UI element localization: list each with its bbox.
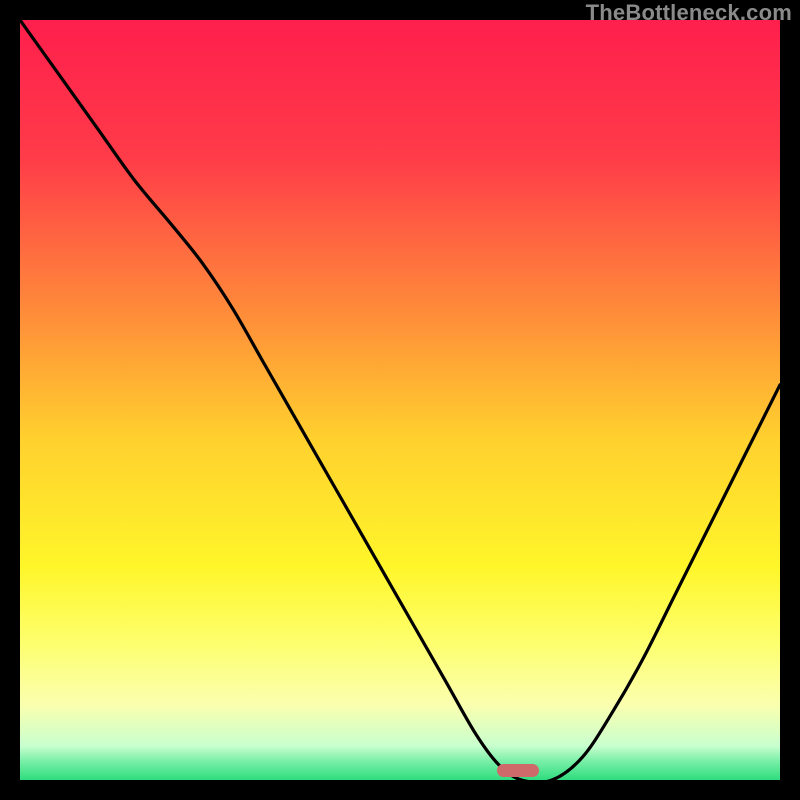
chart-frame: TheBottleneck.com [0, 0, 800, 800]
plot-area [20, 20, 780, 780]
optimum-marker [497, 764, 539, 777]
bottleneck-curve [20, 20, 780, 780]
